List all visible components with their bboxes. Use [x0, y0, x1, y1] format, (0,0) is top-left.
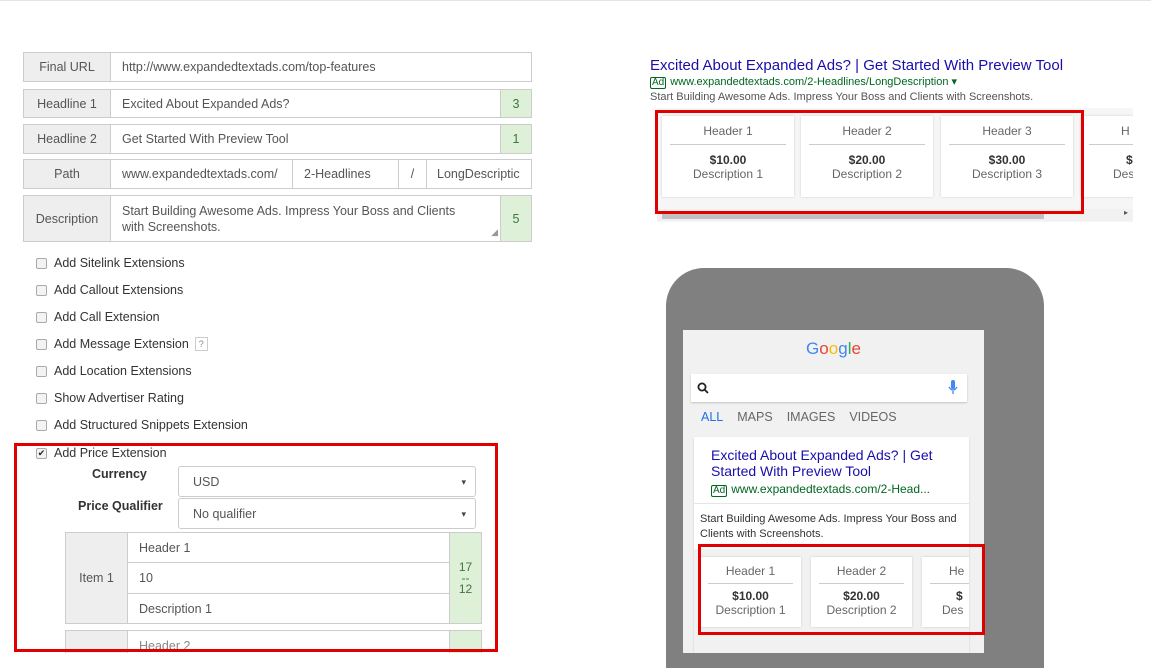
path-separator: /	[399, 159, 427, 189]
checkbox-box[interactable]	[36, 338, 47, 350]
mobile-ad-url-line: Ad www.expandedtextads.com/2-Head...	[711, 482, 930, 497]
mobile-search-tabs: ALL MAPS IMAGES VIDEOS	[701, 410, 897, 424]
checkbox-box[interactable]	[36, 311, 47, 323]
final-url-row: Final URL http://www.expandedtextads.com…	[23, 52, 532, 82]
final-url-input[interactable]: http://www.expandedtextads.com/top-featu…	[111, 52, 532, 82]
price-card-partial[interactable]: H $ Des	[1081, 116, 1133, 197]
description-label: Description	[23, 195, 111, 242]
tab-all[interactable]: ALL	[701, 410, 723, 424]
path-label: Path	[23, 159, 111, 189]
desktop-ad-title[interactable]: Excited About Expanded Ads? | Get Starte…	[650, 57, 1063, 74]
card-price: $	[1126, 153, 1133, 167]
checkbox-label: Add Call Extension	[54, 310, 160, 324]
headline2-row: Headline 2 Get Started With Preview Tool…	[23, 124, 532, 154]
checkbox-label: Add Structured Snippets Extension	[54, 418, 248, 432]
path-row: Path www.expandedtextads.com/ 2-Headline…	[23, 159, 532, 189]
checkbox-label: Add Sitelink Extensions	[54, 256, 185, 270]
description-row: Description Start Building Awesome Ads. …	[23, 195, 532, 242]
desktop-ad-url-line: Ad www.expandedtextads.com/2-Headlines/Lo…	[650, 75, 957, 89]
checkbox-box[interactable]	[36, 392, 47, 404]
checkbox-box[interactable]	[36, 284, 47, 296]
headline1-label: Headline 1	[23, 89, 111, 118]
top-divider	[0, 0, 1151, 1]
description-text: Start Building Awesome Ads. Impress Your…	[122, 204, 456, 234]
path1-input[interactable]: 2-Headlines	[293, 159, 399, 189]
checkbox-box[interactable]	[36, 257, 47, 269]
checkbox-label: Show Advertiser Rating	[54, 391, 184, 405]
card-divider	[694, 503, 969, 504]
card-header: H	[1121, 124, 1130, 138]
ad-badge: Ad	[711, 485, 728, 497]
checkbox-box[interactable]	[36, 365, 47, 377]
google-logo-letter: G	[806, 339, 820, 358]
mobile-price-highlight	[698, 544, 985, 635]
mobile-ad-description: Start Building Awesome Ads. Impress Your…	[700, 513, 957, 540]
checkbox-label: Add Location Extensions	[54, 364, 192, 378]
checkbox-sitelink[interactable]: Add Sitelink Extensions	[36, 256, 185, 270]
headline1-counter: 3	[501, 89, 532, 118]
tab-images[interactable]: IMAGES	[787, 410, 836, 424]
google-logo: Google	[683, 339, 984, 359]
mobile-search-box[interactable]	[691, 374, 967, 402]
headline1-row: Headline 1 Excited About Expanded Ads? 3	[23, 89, 532, 118]
headline2-label: Headline 2	[23, 124, 111, 154]
desktop-ad-url[interactable]: www.expandedtextads.com/2-Headlines/Long…	[670, 76, 957, 88]
mobile-ad-url[interactable]: www.expandedtextads.com/2-Head...	[731, 482, 930, 496]
final-url-label: Final URL	[23, 52, 111, 82]
tab-maps[interactable]: MAPS	[737, 410, 772, 424]
checkbox-location[interactable]: Add Location Extensions	[36, 364, 192, 378]
microphone-icon[interactable]	[948, 380, 958, 396]
headline2-counter: 1	[501, 124, 532, 154]
headline2-input[interactable]: Get Started With Preview Tool	[111, 124, 501, 154]
checkbox-call[interactable]: Add Call Extension	[36, 310, 160, 324]
desktop-price-highlight	[655, 110, 1084, 214]
search-icon[interactable]	[697, 382, 709, 394]
scroll-right-icon[interactable]: ▸	[1124, 208, 1128, 217]
description-counter: 5	[501, 195, 532, 242]
help-icon[interactable]: ?	[194, 337, 208, 351]
checkbox-advertiser-rating[interactable]: Show Advertiser Rating	[36, 391, 184, 405]
checkbox-callout[interactable]: Add Callout Extensions	[36, 283, 183, 297]
path-base: www.expandedtextads.com/	[111, 159, 293, 189]
checkbox-structured-snippets[interactable]: Add Structured Snippets Extension	[36, 418, 248, 432]
price-extension-highlight	[14, 443, 498, 652]
tab-videos[interactable]: VIDEOS	[849, 410, 896, 424]
checkbox-message[interactable]: Add Message Extension?	[36, 337, 208, 351]
desktop-ad-description: Start Building Awesome Ads. Impress Your…	[650, 91, 1034, 103]
google-logo-letter: o	[828, 339, 839, 358]
mobile-ad-title[interactable]: Excited About Expanded Ads? | Get Starte…	[711, 447, 961, 479]
google-logo-letter: e	[851, 339, 861, 358]
google-logo-letter: o	[819, 339, 829, 358]
headline1-input[interactable]: Excited About Expanded Ads?	[111, 89, 501, 118]
resize-handle-icon[interactable]: ◢	[491, 224, 498, 240]
checkbox-label: Add Callout Extensions	[54, 283, 184, 297]
google-logo-letter: g	[838, 339, 848, 358]
checkbox-label: Add Message Extension	[54, 337, 189, 351]
card-description: Des	[1113, 167, 1133, 181]
ad-badge: Ad	[650, 77, 667, 89]
path2-input[interactable]: LongDescriptic	[427, 159, 532, 189]
checkbox-box[interactable]	[36, 419, 47, 431]
description-textarea[interactable]: Start Building Awesome Ads. Impress Your…	[111, 195, 501, 242]
